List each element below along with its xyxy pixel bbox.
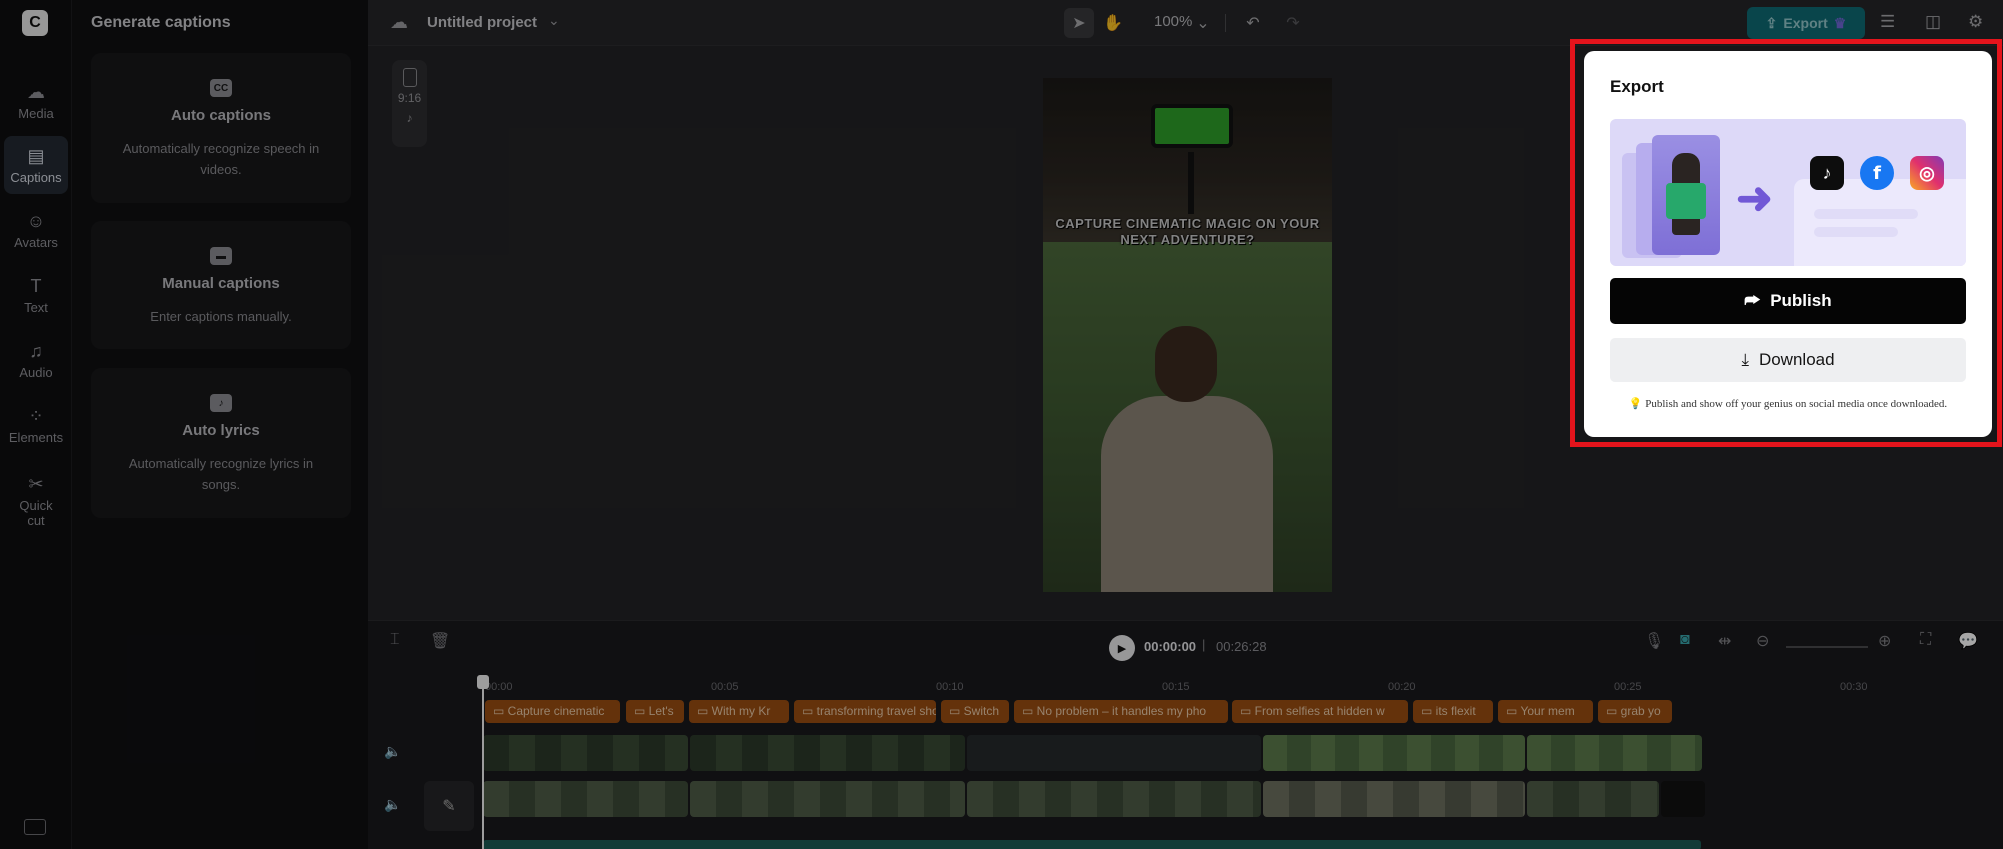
download-label: Download [1758, 350, 1835, 369]
tiktok-icon: ♪ [1810, 156, 1844, 190]
share-icon: ⮫ [1744, 291, 1761, 310]
export-illustration: ➜ ♪ f ◎ [1610, 119, 1966, 266]
share-arrow-icon: ➜ [1736, 174, 1773, 223]
app-window: C ☁ Media ▤ Captions ☺ Avatars T Text ♫ … [0, 0, 2003, 849]
export-tip: 💡 Publish and show off your genius on so… [1628, 398, 1948, 410]
download-icon: ⤓ [1741, 350, 1749, 369]
export-popup: Export ➜ ♪ f ◎ ⮫ Publish ⤓ Download 💡 Pu… [1584, 51, 1992, 437]
illustration-panel [1794, 179, 1966, 266]
illustration-dress [1666, 183, 1706, 219]
publish-button[interactable]: ⮫ Publish [1610, 278, 1966, 324]
instagram-icon: ◎ [1910, 156, 1944, 190]
illustration-line [1814, 227, 1898, 237]
illustration-line [1814, 209, 1918, 219]
facebook-icon: f [1860, 156, 1894, 190]
popup-title: Export [1610, 77, 1664, 96]
publish-label: Publish [1770, 291, 1832, 310]
download-button[interactable]: ⤓ Download [1610, 338, 1966, 382]
